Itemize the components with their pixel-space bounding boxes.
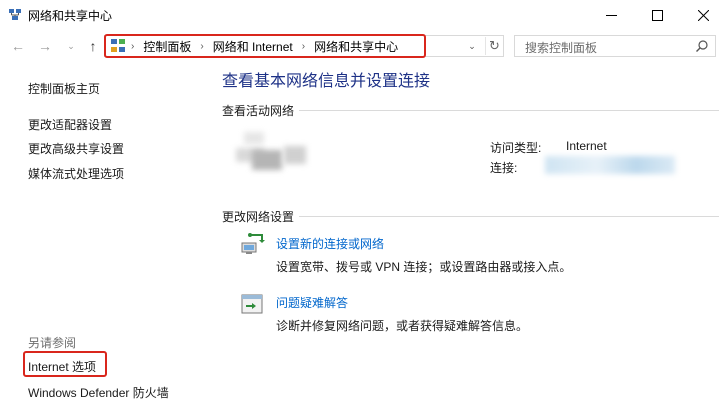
chevron-down-icon: ⌄: [468, 40, 476, 51]
access-type-value: Internet: [566, 139, 607, 153]
redacted-network-icon: [244, 132, 264, 144]
left-pane: 控制面板主页 更改适配器设置 更改高级共享设置 媒体流式处理选项 另请参阅 In…: [0, 62, 210, 418]
title-bar: 网络和共享中心: [0, 0, 726, 30]
change-settings-header: 更改网络设置: [222, 208, 720, 225]
chevron-right-icon: ›: [131, 41, 135, 52]
breadcrumb-sharing-center[interactable]: 网络和共享中心: [314, 38, 398, 55]
close-button[interactable]: [680, 0, 726, 30]
breadcrumb-control-panel[interactable]: 控制面板: [143, 38, 191, 55]
change-adapter-settings-link[interactable]: 更改适配器设置: [28, 116, 112, 133]
minimize-icon: [605, 14, 617, 16]
refresh-button[interactable]: ↻: [485, 37, 503, 55]
section-divider: [299, 216, 720, 217]
minimize-button[interactable]: [588, 0, 634, 30]
change-settings-header-label: 更改网络设置: [222, 210, 295, 224]
redacted-connection-link[interactable]: [545, 156, 675, 174]
troubleshoot-icon: [241, 294, 263, 314]
address-dropdown-button[interactable]: ⌄: [465, 38, 479, 54]
active-network-header-label: 查看活动网络: [222, 104, 295, 118]
setup-connection-link[interactable]: 设置新的连接或网络: [276, 235, 384, 252]
breadcrumb: › 控制面板 › 网络和 Internet › 网络和共享中心: [131, 38, 398, 55]
see-also-label: 另请参阅: [28, 336, 77, 350]
recent-locations-button[interactable]: ⌄: [62, 38, 80, 54]
chevron-right-icon: ›: [301, 41, 306, 52]
forward-button[interactable]: →: [36, 38, 54, 54]
network-center-icon: [9, 9, 21, 20]
windows-firewall-link[interactable]: Windows Defender 防火墙: [28, 384, 169, 401]
arrow-up-icon: ↑: [89, 38, 97, 54]
back-button[interactable]: ←: [9, 38, 27, 54]
network-setup-icon: [241, 233, 265, 254]
close-icon: [697, 9, 709, 21]
navigation-bar: ← → ⌄ ↑ › 控制面板 › 网络和 Internet › 网络和共享中心 …: [0, 30, 726, 62]
active-network-header: 查看活动网络: [222, 102, 720, 119]
window-title: 网络和共享中心: [28, 9, 113, 23]
chevron-down-icon: ⌄: [67, 40, 75, 51]
arrow-right-icon: →: [38, 38, 52, 54]
maximize-button[interactable]: [634, 0, 680, 30]
page-title: 查看基本网络信息并设置连接: [222, 73, 431, 90]
maximize-icon: [651, 9, 663, 21]
search-placeholder: 搜索控制面板: [525, 41, 598, 55]
change-advanced-sharing-link[interactable]: 更改高级共享设置: [28, 140, 124, 157]
setup-connection-description: 设置宽带、拨号或 VPN 连接；或设置路由器或接入点。: [276, 260, 572, 274]
chevron-right-icon: ›: [200, 41, 204, 52]
media-streaming-options-link[interactable]: 媒体流式处理选项: [28, 165, 124, 182]
control-panel-home-link[interactable]: 控制面板主页: [28, 80, 100, 97]
control-panel-icon: [111, 39, 125, 52]
redacted-network-name: [284, 146, 306, 164]
refresh-icon: ↻: [489, 38, 500, 53]
arrow-left-icon: ←: [11, 38, 25, 54]
internet-options-link[interactable]: Internet 选项: [28, 358, 96, 375]
access-type-label: 访问类型:: [490, 141, 542, 155]
search-icon: [696, 40, 708, 52]
troubleshoot-link[interactable]: 问题疑难解答: [276, 294, 348, 311]
connection-label: 连接:: [490, 161, 518, 175]
breadcrumb-network-internet[interactable]: 网络和 Internet: [213, 38, 293, 55]
section-divider: [299, 110, 720, 111]
up-button[interactable]: ↑: [84, 38, 102, 54]
troubleshoot-description: 诊断并修复网络问题，或者获得疑难解答信息。: [276, 319, 529, 333]
search-input[interactable]: 搜索控制面板: [514, 35, 716, 57]
redacted-network-name: [252, 150, 282, 170]
